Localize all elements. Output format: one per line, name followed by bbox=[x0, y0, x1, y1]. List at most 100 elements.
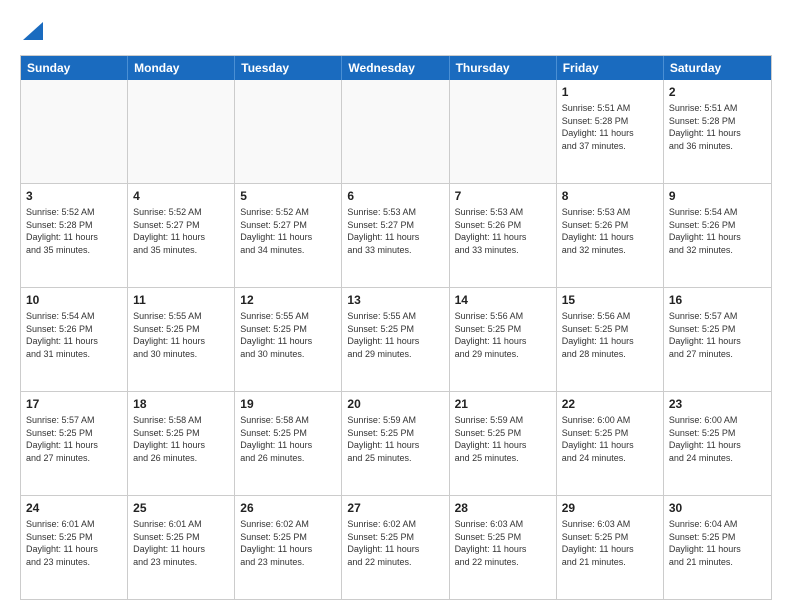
day-info: Sunrise: 6:01 AM Sunset: 5:25 PM Dayligh… bbox=[26, 518, 122, 568]
calendar-row-2: 3Sunrise: 5:52 AM Sunset: 5:28 PM Daylig… bbox=[21, 184, 771, 288]
calendar-cell: 11 Sunrise: 5:55 AM Sunset: 5:25 PM Dayli… bbox=[128, 288, 235, 391]
day-number: 1 bbox=[562, 84, 658, 100]
calendar-cell: 17Sunrise: 5:57 AM Sunset: 5:25 PM Dayli… bbox=[21, 392, 128, 495]
day-info: Sunrise: 5:52 AM Sunset: 5:28 PM Dayligh… bbox=[26, 206, 122, 256]
day-number: 29 bbox=[562, 500, 658, 516]
day-number: 15 bbox=[562, 292, 658, 308]
calendar-cell: 29 Sunrise: 6:03 AM Sunset: 5:25 PM Dayli… bbox=[557, 496, 664, 599]
calendar-cell: 16 Sunrise: 5:57 AM Sunset: 5:25 PM Dayli… bbox=[664, 288, 771, 391]
header bbox=[20, 16, 772, 45]
logo-text bbox=[20, 16, 43, 45]
calendar-cell: 6Sunrise: 5:53 AM Sunset: 5:27 PM Daylig… bbox=[342, 184, 449, 287]
day-number: 21 bbox=[455, 396, 551, 412]
day-number: 22 bbox=[562, 396, 658, 412]
day-info: Sunrise: 5:53 AM Sunset: 5:27 PM Dayligh… bbox=[347, 206, 443, 256]
day-info: Sunrise: 5:55 AM Sunset: 5:25 PM Dayligh… bbox=[240, 310, 336, 360]
calendar-cell: 1 Sunrise: 5:51 AM Sunset: 5:28 PM Daylig… bbox=[557, 80, 664, 183]
day-info: Sunrise: 5:53 AM Sunset: 5:26 PM Dayligh… bbox=[562, 206, 658, 256]
weekday-header-friday: Friday bbox=[557, 56, 664, 80]
calendar-cell: 26 Sunrise: 6:02 AM Sunset: 5:25 PM Dayli… bbox=[235, 496, 342, 599]
calendar-cell bbox=[235, 80, 342, 183]
day-number: 26 bbox=[240, 500, 336, 516]
day-number: 13 bbox=[347, 292, 443, 308]
day-number: 16 bbox=[669, 292, 766, 308]
calendar-cell: 28 Sunrise: 6:03 AM Sunset: 5:25 PM Dayli… bbox=[450, 496, 557, 599]
day-number: 9 bbox=[669, 188, 766, 204]
weekday-header-monday: Monday bbox=[128, 56, 235, 80]
day-info: Sunrise: 5:52 AM Sunset: 5:27 PM Dayligh… bbox=[240, 206, 336, 256]
day-number: 2 bbox=[669, 84, 766, 100]
day-info: Sunrise: 5:59 AM Sunset: 5:25 PM Dayligh… bbox=[347, 414, 443, 464]
calendar-cell: 4 Sunrise: 5:52 AM Sunset: 5:27 PM Daylig… bbox=[128, 184, 235, 287]
calendar-cell: 21 Sunrise: 5:59 AM Sunset: 5:25 PM Dayli… bbox=[450, 392, 557, 495]
day-number: 28 bbox=[455, 500, 551, 516]
calendar-cell: 5Sunrise: 5:52 AM Sunset: 5:27 PM Daylig… bbox=[235, 184, 342, 287]
calendar-cell bbox=[450, 80, 557, 183]
day-number: 30 bbox=[669, 500, 766, 516]
day-number: 4 bbox=[133, 188, 229, 204]
calendar-cell: 15 Sunrise: 5:56 AM Sunset: 5:25 PM Dayli… bbox=[557, 288, 664, 391]
calendar-cell: 13 Sunrise: 5:55 AM Sunset: 5:25 PM Dayli… bbox=[342, 288, 449, 391]
calendar-cell: 30 Sunrise: 6:04 AM Sunset: 5:25 PM Dayli… bbox=[664, 496, 771, 599]
day-info: Sunrise: 5:58 AM Sunset: 5:25 PM Dayligh… bbox=[133, 414, 229, 464]
day-number: 19 bbox=[240, 396, 336, 412]
calendar-row-1: 1 Sunrise: 5:51 AM Sunset: 5:28 PM Daylig… bbox=[21, 80, 771, 184]
calendar-row-3: 10 Sunrise: 5:54 AM Sunset: 5:26 PM Dayli… bbox=[21, 288, 771, 392]
weekday-header-wednesday: Wednesday bbox=[342, 56, 449, 80]
day-info: Sunrise: 6:03 AM Sunset: 5:25 PM Dayligh… bbox=[562, 518, 658, 568]
page: SundayMondayTuesdayWednesdayThursdayFrid… bbox=[0, 0, 792, 612]
day-info: Sunrise: 6:03 AM Sunset: 5:25 PM Dayligh… bbox=[455, 518, 551, 568]
day-number: 14 bbox=[455, 292, 551, 308]
calendar-cell: 14Sunrise: 5:56 AM Sunset: 5:25 PM Dayli… bbox=[450, 288, 557, 391]
calendar-cell: 27Sunrise: 6:02 AM Sunset: 5:25 PM Dayli… bbox=[342, 496, 449, 599]
day-number: 11 bbox=[133, 292, 229, 308]
calendar-cell: 10 Sunrise: 5:54 AM Sunset: 5:26 PM Dayli… bbox=[21, 288, 128, 391]
weekday-header-thursday: Thursday bbox=[450, 56, 557, 80]
logo-triangle-icon bbox=[23, 18, 43, 40]
day-info: Sunrise: 5:53 AM Sunset: 5:26 PM Dayligh… bbox=[455, 206, 551, 256]
day-number: 7 bbox=[455, 188, 551, 204]
day-number: 24 bbox=[26, 500, 122, 516]
calendar-cell: 18 Sunrise: 5:58 AM Sunset: 5:25 PM Dayli… bbox=[128, 392, 235, 495]
calendar-cell: 19 Sunrise: 5:58 AM Sunset: 5:25 PM Dayli… bbox=[235, 392, 342, 495]
calendar-cell bbox=[342, 80, 449, 183]
calendar-cell: 7 Sunrise: 5:53 AM Sunset: 5:26 PM Daylig… bbox=[450, 184, 557, 287]
day-number: 18 bbox=[133, 396, 229, 412]
weekday-header-saturday: Saturday bbox=[664, 56, 771, 80]
day-number: 12 bbox=[240, 292, 336, 308]
calendar-cell bbox=[128, 80, 235, 183]
day-info: Sunrise: 5:52 AM Sunset: 5:27 PM Dayligh… bbox=[133, 206, 229, 256]
calendar-cell: 3Sunrise: 5:52 AM Sunset: 5:28 PM Daylig… bbox=[21, 184, 128, 287]
day-info: Sunrise: 5:55 AM Sunset: 5:25 PM Dayligh… bbox=[133, 310, 229, 360]
calendar-cell: 22Sunrise: 6:00 AM Sunset: 5:25 PM Dayli… bbox=[557, 392, 664, 495]
day-info: Sunrise: 6:01 AM Sunset: 5:25 PM Dayligh… bbox=[133, 518, 229, 568]
day-info: Sunrise: 6:02 AM Sunset: 5:25 PM Dayligh… bbox=[347, 518, 443, 568]
calendar-cell: 24 Sunrise: 6:01 AM Sunset: 5:25 PM Dayli… bbox=[21, 496, 128, 599]
day-info: Sunrise: 5:59 AM Sunset: 5:25 PM Dayligh… bbox=[455, 414, 551, 464]
day-info: Sunrise: 6:04 AM Sunset: 5:25 PM Dayligh… bbox=[669, 518, 766, 568]
day-info: Sunrise: 5:51 AM Sunset: 5:28 PM Dayligh… bbox=[669, 102, 766, 152]
day-info: Sunrise: 5:57 AM Sunset: 5:25 PM Dayligh… bbox=[26, 414, 122, 464]
day-number: 10 bbox=[26, 292, 122, 308]
calendar-cell: 8Sunrise: 5:53 AM Sunset: 5:26 PM Daylig… bbox=[557, 184, 664, 287]
day-info: Sunrise: 5:56 AM Sunset: 5:25 PM Dayligh… bbox=[562, 310, 658, 360]
day-number: 20 bbox=[347, 396, 443, 412]
calendar: SundayMondayTuesdayWednesdayThursdayFrid… bbox=[20, 55, 772, 600]
calendar-header: SundayMondayTuesdayWednesdayThursdayFrid… bbox=[21, 56, 771, 80]
day-info: Sunrise: 5:51 AM Sunset: 5:28 PM Dayligh… bbox=[562, 102, 658, 152]
calendar-cell bbox=[21, 80, 128, 183]
day-info: Sunrise: 6:00 AM Sunset: 5:25 PM Dayligh… bbox=[669, 414, 766, 464]
day-info: Sunrise: 6:02 AM Sunset: 5:25 PM Dayligh… bbox=[240, 518, 336, 568]
calendar-row-5: 24 Sunrise: 6:01 AM Sunset: 5:25 PM Dayli… bbox=[21, 496, 771, 599]
day-info: Sunrise: 5:57 AM Sunset: 5:25 PM Dayligh… bbox=[669, 310, 766, 360]
day-info: Sunrise: 5:54 AM Sunset: 5:26 PM Dayligh… bbox=[26, 310, 122, 360]
weekday-header-tuesday: Tuesday bbox=[235, 56, 342, 80]
calendar-row-4: 17Sunrise: 5:57 AM Sunset: 5:25 PM Dayli… bbox=[21, 392, 771, 496]
logo bbox=[20, 16, 43, 45]
day-number: 25 bbox=[133, 500, 229, 516]
weekday-header-sunday: Sunday bbox=[21, 56, 128, 80]
day-info: Sunrise: 5:58 AM Sunset: 5:25 PM Dayligh… bbox=[240, 414, 336, 464]
calendar-cell: 20 Sunrise: 5:59 AM Sunset: 5:25 PM Dayli… bbox=[342, 392, 449, 495]
calendar-cell: 2 Sunrise: 5:51 AM Sunset: 5:28 PM Daylig… bbox=[664, 80, 771, 183]
day-info: Sunrise: 5:55 AM Sunset: 5:25 PM Dayligh… bbox=[347, 310, 443, 360]
